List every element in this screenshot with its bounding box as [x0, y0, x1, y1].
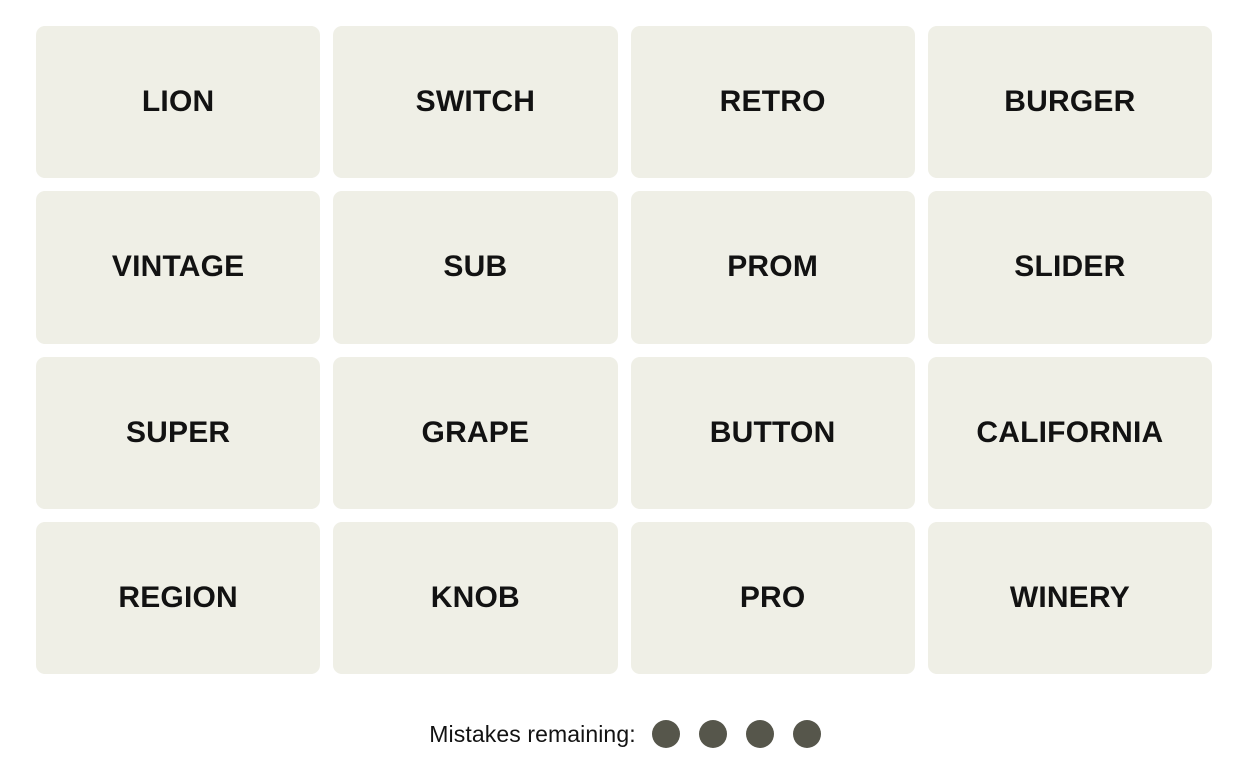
word-tile-label: PROM: [727, 250, 819, 284]
word-tile[interactable]: SUPER: [36, 356, 321, 509]
word-tile[interactable]: REGION: [36, 521, 321, 674]
word-tile-label: BUTTON: [709, 415, 836, 449]
word-tile-label: SWITCH: [415, 85, 536, 119]
mistake-dot: [651, 720, 680, 748]
word-tile[interactable]: SWITCH: [333, 26, 618, 179]
word-tile[interactable]: SUB: [333, 191, 618, 344]
word-tile-label: PRO: [739, 580, 806, 614]
word-tile-label: SLIDER: [1014, 250, 1126, 284]
word-tile-label: RETRO: [719, 85, 826, 119]
word-tile[interactable]: KNOB: [333, 521, 618, 674]
word-tile-label: KNOB: [430, 580, 520, 614]
word-tile[interactable]: GRAPE: [333, 356, 618, 509]
mistake-dot: [792, 720, 821, 748]
word-tile-label: WINERY: [1009, 580, 1130, 614]
mistakes-remaining: Mistakes remaining:: [0, 706, 1250, 762]
word-tile[interactable]: RETRO: [630, 26, 915, 179]
word-tile-label: VINTAGE: [111, 250, 245, 284]
word-tile-label: BURGER: [1004, 85, 1136, 119]
mistakes-dot-group: [651, 720, 821, 748]
word-tile[interactable]: LION: [36, 26, 321, 179]
mistake-dot: [745, 720, 774, 748]
word-tile[interactable]: BURGER: [927, 26, 1212, 179]
word-tile[interactable]: CALIFORNIA: [927, 356, 1212, 509]
word-tile[interactable]: PRO: [630, 521, 915, 674]
mistake-dot: [698, 720, 727, 748]
word-tile-label: GRAPE: [421, 415, 530, 449]
word-tile-label: LION: [141, 85, 215, 119]
word-tile-label: SUB: [443, 250, 508, 284]
word-tile[interactable]: WINERY: [927, 521, 1212, 674]
word-tile-label: REGION: [118, 580, 238, 614]
mistakes-remaining-label: Mistakes remaining:: [429, 720, 636, 747]
word-tile-label: CALIFORNIA: [976, 415, 1164, 449]
word-tile[interactable]: BUTTON: [630, 356, 915, 509]
word-grid: LION SWITCH RETRO BURGER VINTAGE SUB PRO…: [36, 26, 1212, 674]
connections-game: LION SWITCH RETRO BURGER VINTAGE SUB PRO…: [0, 0, 1250, 768]
word-tile-label: SUPER: [125, 415, 231, 449]
word-tile[interactable]: VINTAGE: [36, 191, 321, 344]
word-tile[interactable]: PROM: [630, 191, 915, 344]
word-tile[interactable]: SLIDER: [927, 191, 1212, 344]
